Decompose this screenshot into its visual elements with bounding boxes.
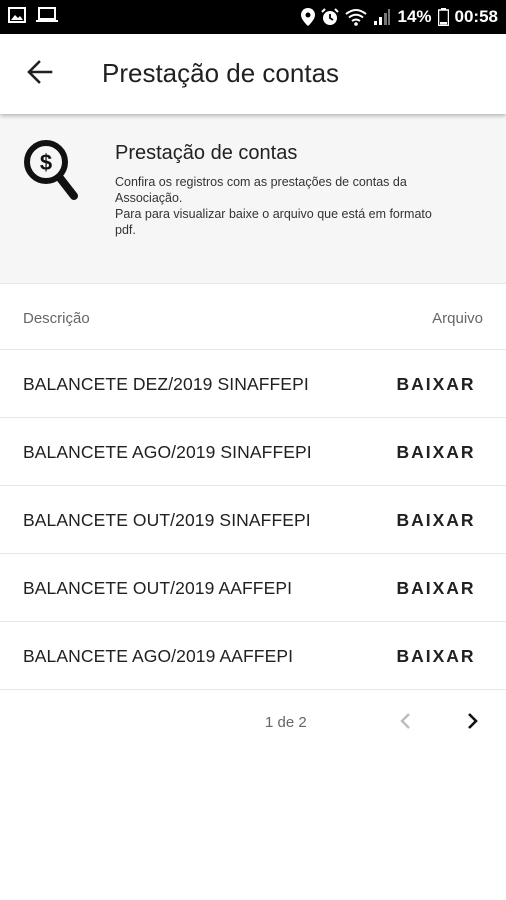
alarm-icon [321, 8, 340, 26]
arrow-back-icon [27, 59, 53, 89]
table-row: BALANCETE AGO/2019 AAFFEPI BAIXAR [0, 622, 506, 690]
column-header-file: Arquivo [432, 310, 483, 327]
download-button[interactable]: BAIXAR [386, 432, 486, 472]
previous-page-button[interactable] [390, 708, 420, 738]
info-description: Confira os registros com as prestações d… [115, 174, 435, 238]
table-row: BALANCETE OUT/2019 SINAFFEPI BAIXAR [0, 486, 506, 554]
signal-icon [373, 8, 391, 26]
row-description: BALANCETE AGO/2019 AAFFEPI [23, 646, 294, 666]
column-header-description: Descrição [23, 310, 90, 327]
row-description: BALANCETE DEZ/2019 SINAFFEPI [23, 374, 309, 394]
download-button[interactable]: BAIXAR [386, 568, 486, 608]
download-button[interactable]: BAIXAR [386, 500, 486, 540]
table-row: BALANCETE AGO/2019 SINAFFEPI BAIXAR [0, 418, 506, 486]
download-button[interactable]: BAIXAR [386, 636, 486, 676]
back-button[interactable] [22, 56, 58, 92]
info-card: $ Prestação de contas Confira os registr… [0, 114, 506, 284]
status-time: 00:58 [454, 7, 498, 26]
laptop-icon [36, 7, 58, 23]
wifi-icon [345, 8, 368, 26]
table-header: Descrição Arquivo [0, 284, 506, 350]
battery-icon [437, 8, 449, 26]
info-line-2: Para para visualizar baixe o arquivo que… [115, 207, 432, 237]
status-bar: 14% 00:58 [0, 0, 506, 34]
page-indicator: 1 de 2 [265, 714, 307, 731]
info-line-1: Confira os registros com as prestações d… [115, 175, 407, 205]
battery-percent: 14% [397, 7, 432, 26]
next-page-button[interactable] [458, 708, 488, 738]
image-icon [8, 7, 26, 23]
location-icon [301, 8, 316, 26]
info-title: Prestação de contas [115, 142, 298, 164]
pagination: 1 de 2 [0, 690, 506, 756]
row-description: BALANCETE OUT/2019 SINAFFEPI [23, 510, 311, 530]
svg-text:$: $ [40, 150, 52, 175]
page-title: Prestação de contas [102, 58, 340, 88]
chevron-left-icon [399, 712, 411, 735]
money-search-icon: $ [22, 138, 78, 211]
table-row: BALANCETE DEZ/2019 SINAFFEPI BAIXAR [0, 350, 506, 418]
chevron-right-icon [467, 712, 479, 735]
download-button[interactable]: BAIXAR [386, 364, 486, 404]
table-row: BALANCETE OUT/2019 AAFFEPI BAIXAR [0, 554, 506, 622]
row-description: BALANCETE AGO/2019 SINAFFEPI [23, 442, 312, 462]
row-description: BALANCETE OUT/2019 AAFFEPI [23, 578, 293, 598]
app-bar: Prestação de contas [0, 34, 506, 114]
table-body: BALANCETE DEZ/2019 SINAFFEPI BAIXAR BALA… [0, 350, 506, 690]
